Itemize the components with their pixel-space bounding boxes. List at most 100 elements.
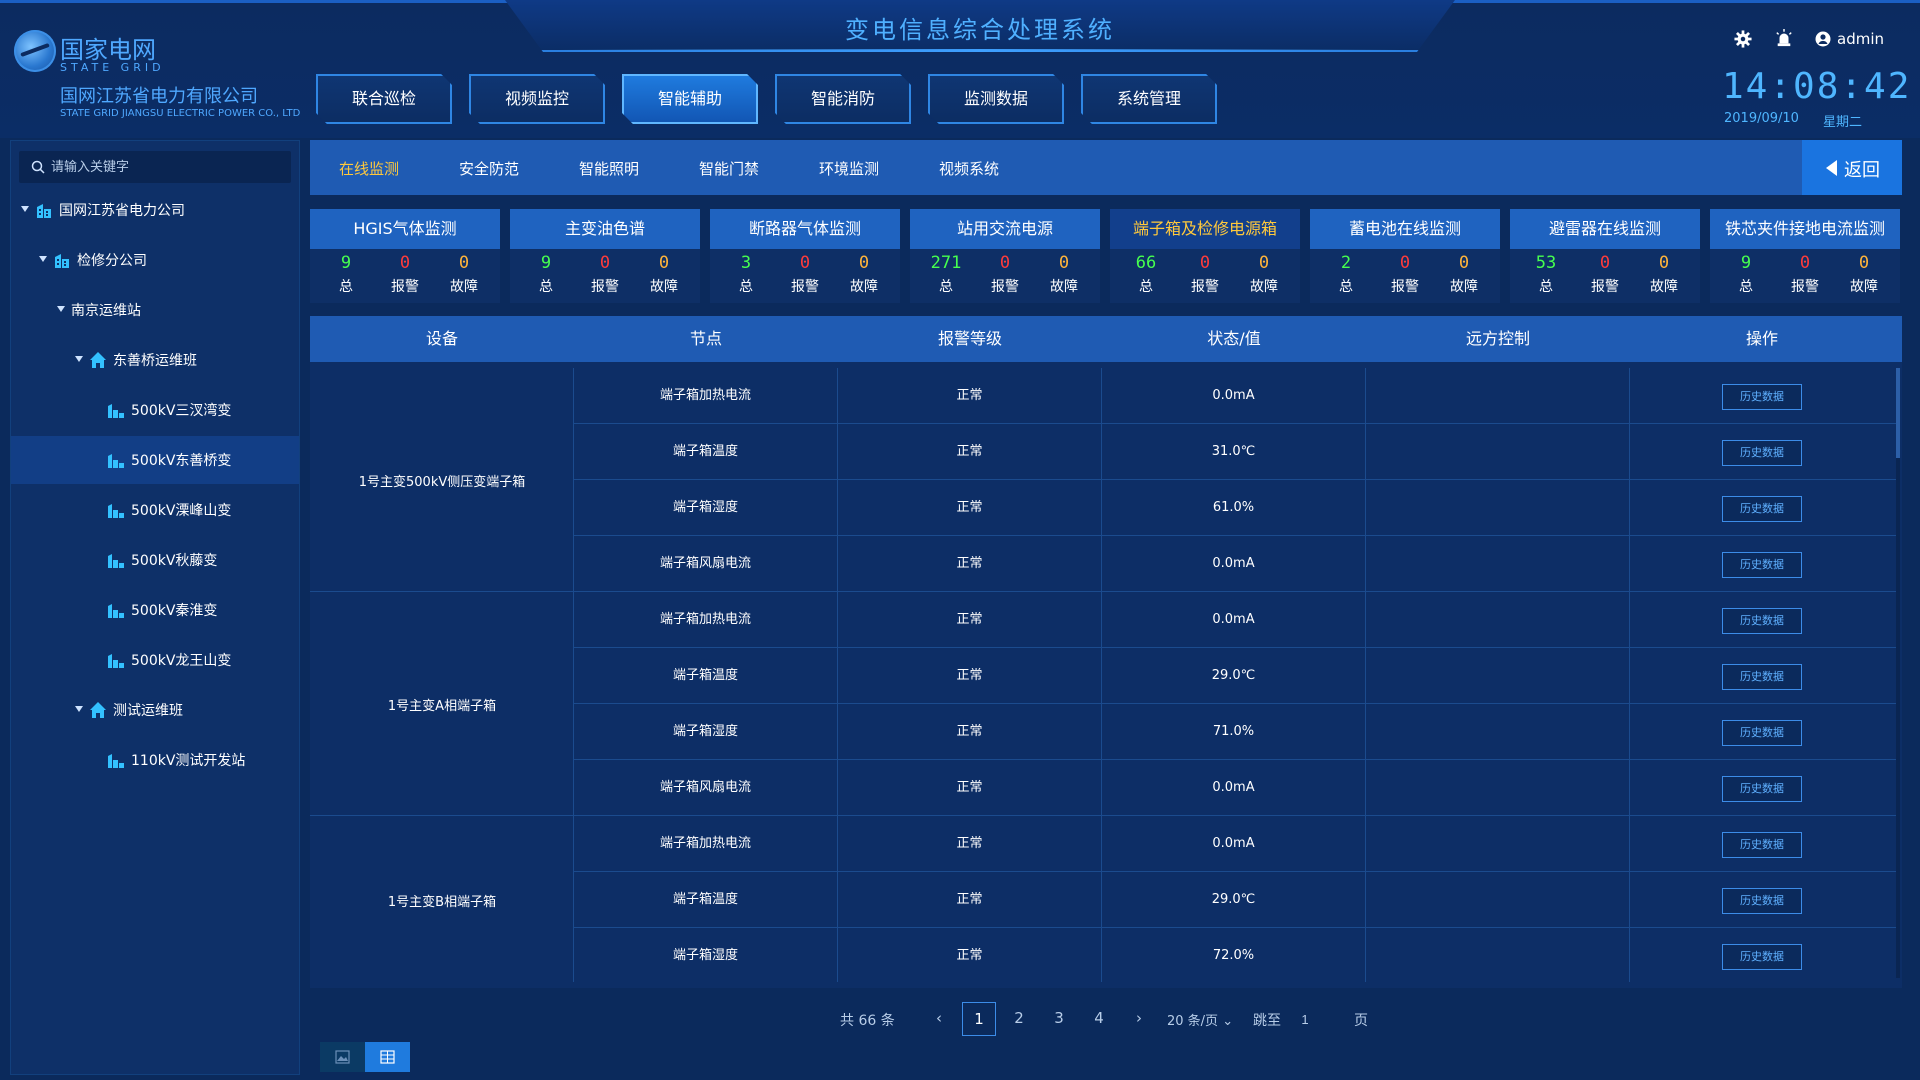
tree-item-sanchawan[interactable]: 500kV三汊湾变 — [11, 386, 299, 434]
tree-item-qinhuai[interactable]: 500kV秦淮变 — [11, 586, 299, 634]
node-cell: 端子箱湿度 — [574, 704, 838, 760]
table-row: 端子箱湿度 正常 72.0% 历史数据 — [574, 928, 1896, 982]
status-value-cell: 29.0℃ — [1102, 872, 1366, 928]
remote-control-cell — [1366, 872, 1630, 928]
history-data-button[interactable]: 历史数据 — [1722, 720, 1802, 746]
pagination-page-1[interactable]: 1 — [962, 1002, 996, 1036]
action-cell: 历史数据 — [1630, 760, 1894, 816]
tree-item-test-team[interactable]: 测试运维班 — [11, 686, 299, 734]
history-data-button[interactable]: 历史数据 — [1722, 776, 1802, 802]
caret-down-icon[interactable] — [57, 306, 65, 312]
back-button[interactable]: 返回 — [1802, 140, 1902, 195]
history-data-button[interactable]: 历史数据 — [1722, 832, 1802, 858]
caret-down-icon[interactable] — [21, 206, 29, 212]
table-view-button[interactable] — [365, 1042, 410, 1072]
monitor-card[interactable]: 主变油色谱 9 总 0 报警 0 故障 — [510, 209, 700, 303]
nav-button-monitoring-data[interactable]: 监测数据 — [928, 74, 1064, 124]
gear-icon[interactable] — [1734, 30, 1752, 48]
search-input[interactable] — [51, 151, 281, 183]
monitor-card[interactable]: 铁芯夹件接地电流监测 9 总 0 报警 0 故障 — [1710, 209, 1900, 303]
tree-item-jiangsu-company[interactable]: 国网江苏省电力公司 — [11, 186, 299, 234]
alarm-level-cell: 正常 — [838, 648, 1102, 704]
monitor-card[interactable]: 避雷器在线监测 53 总 0 报警 0 故障 — [1510, 209, 1700, 303]
total-label: 总 — [339, 279, 353, 295]
nav-button-video-monitoring[interactable]: 视频监控 — [469, 74, 605, 124]
main-content: 在线监测 安全防范 智能照明 智能门禁 环境监测 视频系统 返回 HGIS气体监… — [310, 140, 1902, 1075]
history-data-button[interactable]: 历史数据 — [1722, 888, 1802, 914]
card-stat-total: 9总 — [316, 253, 376, 296]
pagination-page-3[interactable]: 3 — [1042, 1002, 1076, 1036]
device-cell: 1号主变B相端子箱 — [310, 816, 574, 982]
status-value-cell: 0.0mA — [1102, 816, 1366, 872]
monitor-card[interactable]: 端子箱及检修电源箱 66 总 0 报警 0 故障 — [1110, 209, 1300, 303]
tree-item-dongshanqiao-team[interactable]: 东善桥运维班 — [11, 336, 299, 384]
column-header-remote-control: 远方控制 — [1465, 329, 1530, 348]
tab-security[interactable]: 安全防范 — [459, 158, 519, 179]
tree-item-longwangshan[interactable]: 500kV龙王山变 — [11, 636, 299, 684]
user-name[interactable]: admin — [1837, 30, 1884, 48]
history-data-button[interactable]: 历史数据 — [1722, 608, 1802, 634]
monitor-card[interactable]: 站用交流电源 271 总 0 报警 0 故障 — [910, 209, 1100, 303]
history-data-button[interactable]: 历史数据 — [1722, 552, 1802, 578]
tab-online-monitoring[interactable]: 在线监测 — [339, 158, 399, 179]
history-data-button[interactable]: 历史数据 — [1722, 384, 1802, 410]
nav-button-smart-assist[interactable]: 智能辅助 — [622, 74, 758, 124]
column-header-device: 设备 — [425, 329, 458, 348]
tree-item-maintenance-branch[interactable]: 检修分公司 — [11, 236, 299, 284]
monitor-card[interactable]: 蓄电池在线监测 2 总 0 报警 0 故障 — [1310, 209, 1500, 303]
history-data-button[interactable]: 历史数据 — [1722, 440, 1802, 466]
alarm-light-icon[interactable] — [1775, 29, 1793, 47]
alarm-label: 报警 — [1791, 279, 1819, 295]
tree-item-dongshanqiao[interactable]: 500kV东善桥变 — [11, 436, 299, 484]
fault-count: 0 — [458, 253, 470, 273]
tab-lighting[interactable]: 智能照明 — [579, 158, 639, 179]
substation-icon — [108, 554, 124, 568]
jump-page-input[interactable] — [1285, 1007, 1325, 1031]
remote-control-cell — [1366, 368, 1630, 424]
brand-name-cn: 国家电网 — [60, 36, 156, 64]
pagination-prev-button[interactable]: ‹ — [922, 1002, 956, 1036]
image-icon — [335, 1050, 350, 1064]
nav-button-joint-inspection[interactable]: 联合巡检 — [316, 74, 452, 124]
pagination-next-button[interactable]: › — [1122, 1002, 1156, 1036]
monitor-card[interactable]: HGIS气体监测 9 总 0 报警 0 故障 — [310, 209, 500, 303]
status-value-cell: 29.0℃ — [1102, 648, 1366, 704]
node-cell: 端子箱温度 — [574, 872, 838, 928]
tree-item-lifengshan[interactable]: 500kV溧峰山变 — [11, 486, 299, 534]
nav-button-system-management[interactable]: 系统管理 — [1081, 74, 1217, 124]
caret-down-icon[interactable] — [75, 706, 83, 712]
fault-count: 0 — [1658, 253, 1670, 273]
history-data-button[interactable]: 历史数据 — [1722, 496, 1802, 522]
node-cell: 端子箱温度 — [574, 648, 838, 704]
nav-button-smart-fire[interactable]: 智能消防 — [775, 74, 911, 124]
card-stat-alarm: 0 报警 — [775, 253, 835, 296]
scrollbar-thumb[interactable] — [1896, 368, 1900, 458]
tab-access-control[interactable]: 智能门禁 — [699, 158, 759, 179]
action-cell: 历史数据 — [1630, 480, 1894, 536]
pagination-page-4[interactable]: 4 — [1082, 1002, 1116, 1036]
action-cell: 历史数据 — [1630, 368, 1894, 424]
image-view-button[interactable] — [320, 1042, 365, 1072]
tree-item-qiuteng[interactable]: 500kV秋藤变 — [11, 536, 299, 584]
page-size-select[interactable]: 20 条/页 ⌄ — [1167, 1010, 1233, 1029]
tree-item-nanjing-station[interactable]: 南京运维站 — [11, 286, 299, 334]
pagination-page-2[interactable]: 2 — [1002, 1002, 1036, 1036]
status-value-cell: 71.0% — [1102, 704, 1366, 760]
alarm-level-cell: 正常 — [838, 872, 1102, 928]
alarm-label: 报警 — [391, 279, 419, 295]
tree-item-test-station[interactable]: 110kV测试开发站 — [11, 736, 299, 784]
fault-label: 故障 — [1250, 279, 1278, 295]
card-stat-total: 9总 — [516, 253, 576, 296]
monitor-card[interactable]: 断路器气体监测 3 总 0 报警 0 故障 — [710, 209, 900, 303]
table-row: 端子箱加热电流 正常 0.0mA 历史数据 — [574, 816, 1896, 872]
caret-down-icon[interactable] — [75, 356, 83, 362]
tab-environment[interactable]: 环境监测 — [819, 158, 879, 179]
history-data-button[interactable]: 历史数据 — [1722, 664, 1802, 690]
history-data-button[interactable]: 历史数据 — [1722, 944, 1802, 970]
substation-icon — [108, 754, 124, 768]
user-avatar-icon[interactable] — [1815, 31, 1831, 47]
table-scrollbar[interactable] — [1896, 368, 1900, 978]
tab-video-system[interactable]: 视频系统 — [939, 158, 999, 179]
fault-count: 0 — [1258, 253, 1270, 273]
caret-down-icon[interactable] — [39, 256, 47, 262]
